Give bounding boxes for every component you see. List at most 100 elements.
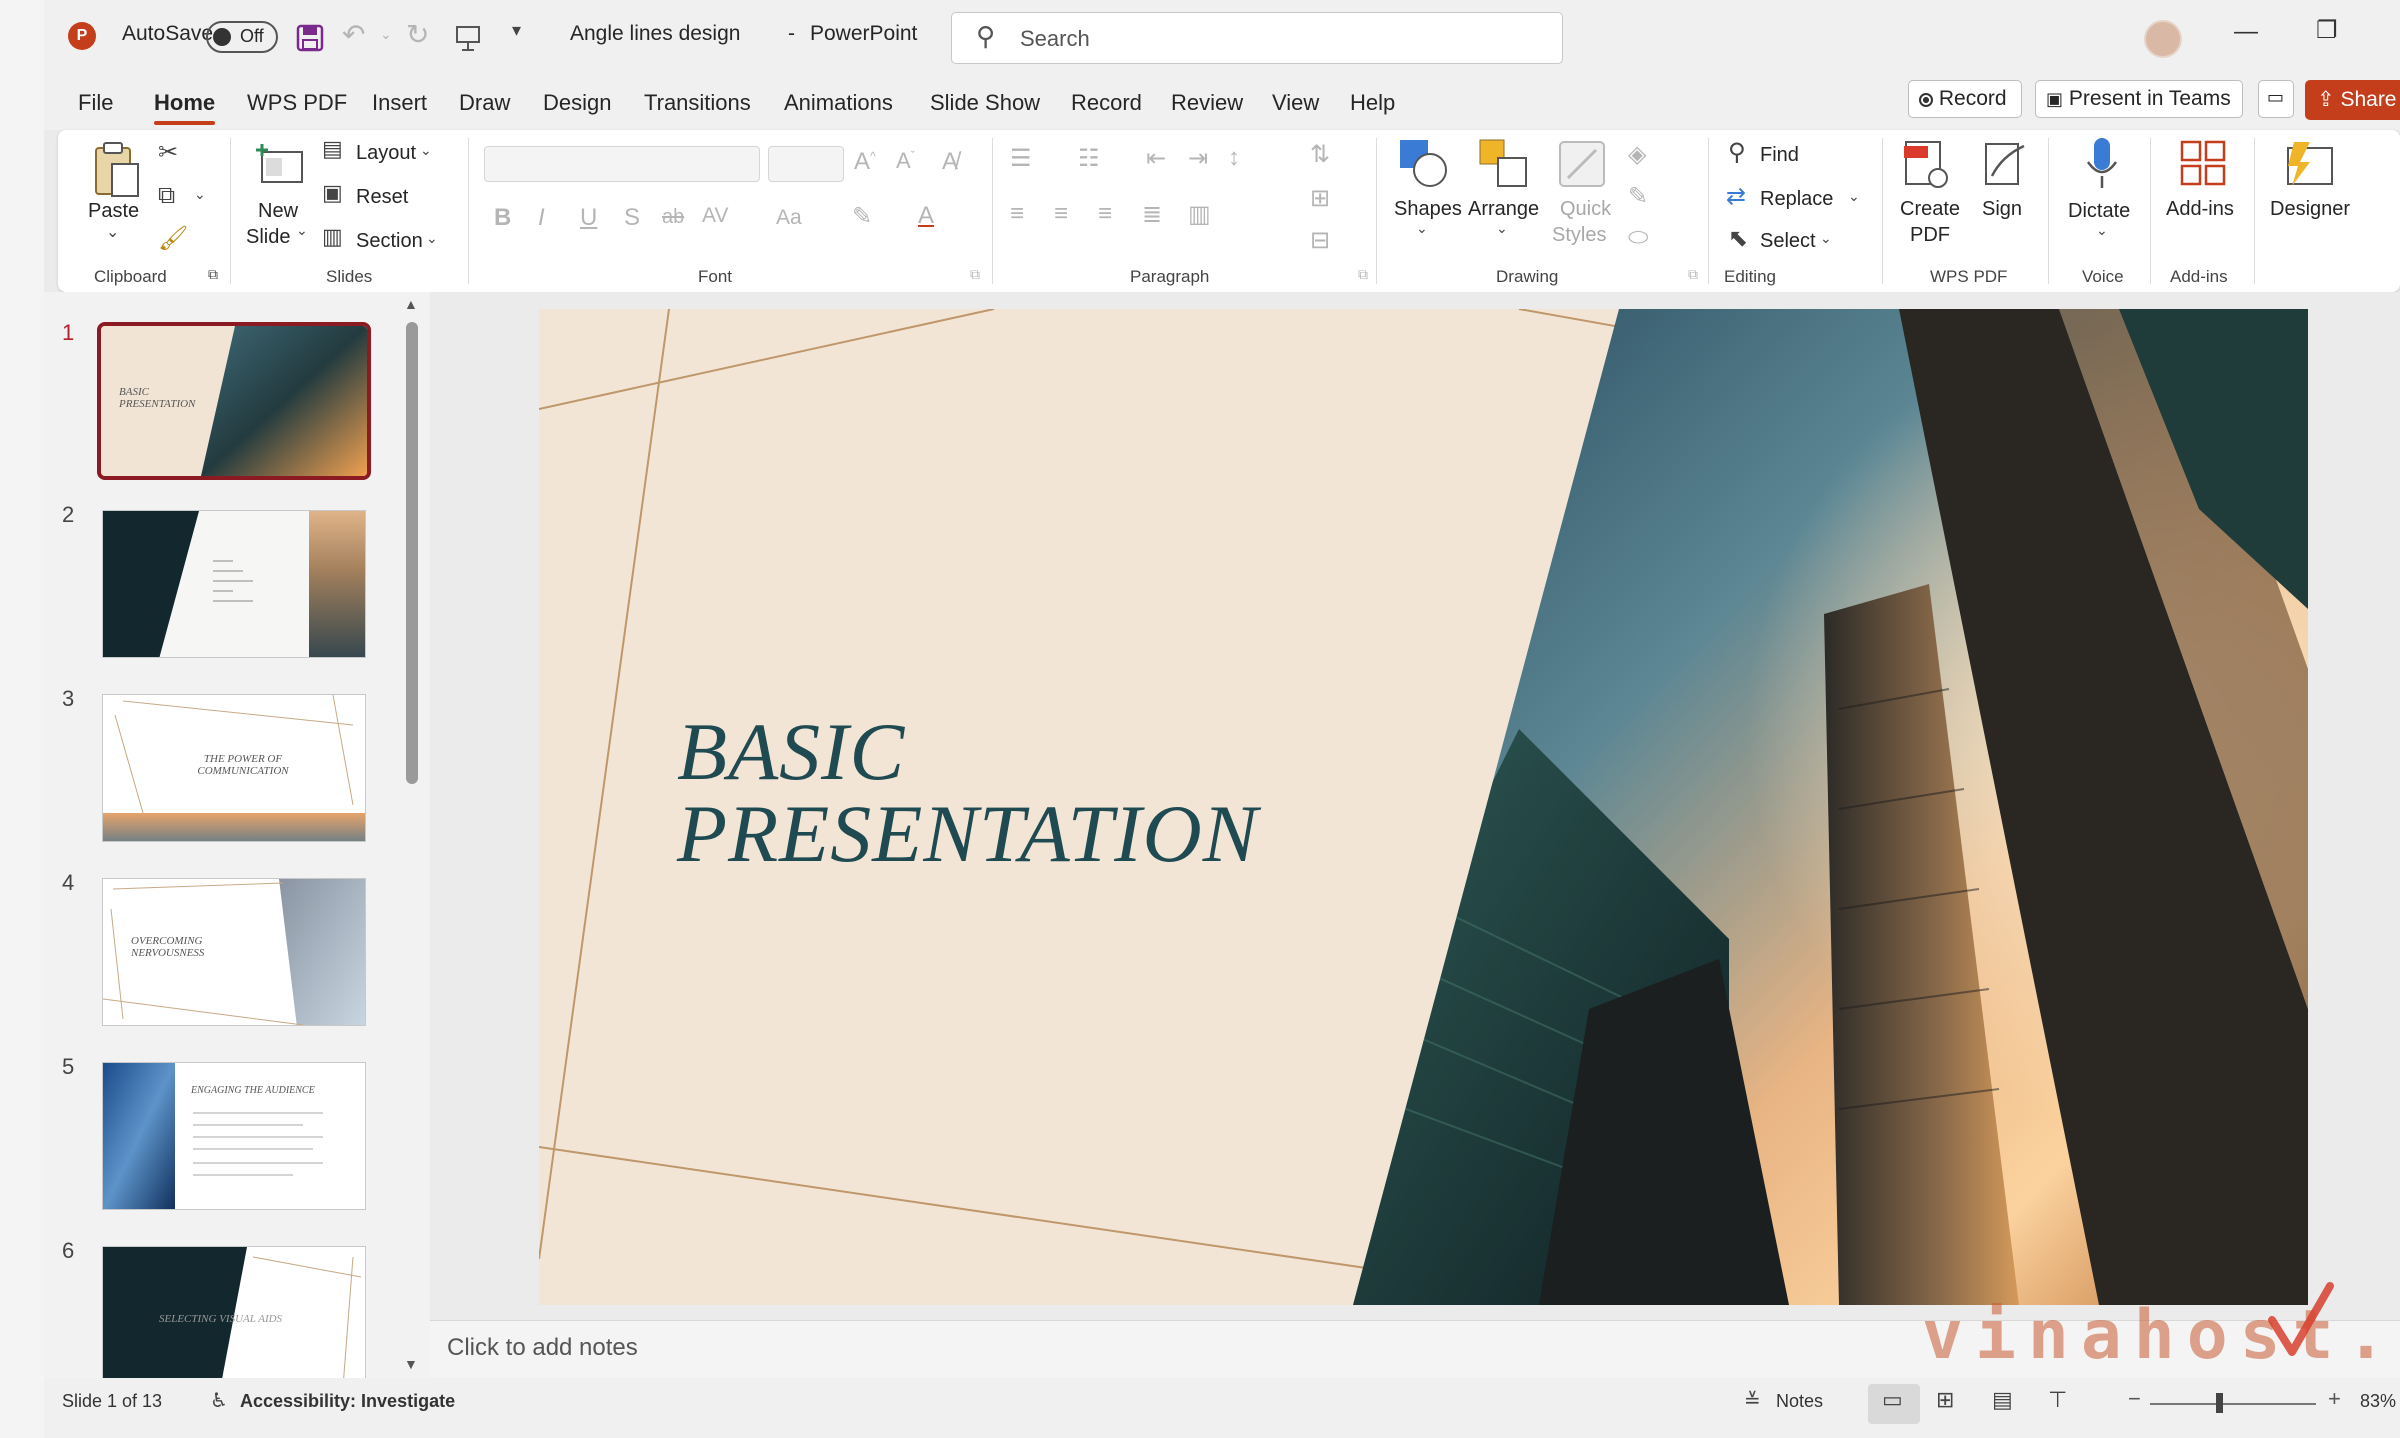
search-box[interactable]: ⚲ Search <box>951 12 1563 64</box>
slideshow-icon[interactable]: ⊤ <box>2048 1387 2067 1413</box>
tab-design[interactable]: Design <box>543 90 611 116</box>
align-right-icon[interactable]: ≡ <box>1098 200 1112 228</box>
tab-view[interactable]: View <box>1272 90 1319 116</box>
dictate-label[interactable]: Dictate <box>2068 200 2130 223</box>
select-dropdown-icon[interactable]: ⌄ <box>1820 230 1832 247</box>
designer-icon[interactable] <box>2280 136 2336 190</box>
notes-toggle[interactable]: Notes <box>1776 1391 1823 1412</box>
present-from-start-icon[interactable] <box>454 24 482 52</box>
align-text-icon[interactable]: ⊞ <box>1310 184 1330 213</box>
slide-thumbnail-2[interactable] <box>102 510 366 658</box>
clipboard-launcher-icon[interactable]: ⧉ <box>208 266 218 283</box>
reading-view-icon[interactable]: ▤ <box>1992 1387 2013 1413</box>
zoom-slider[interactable] <box>2150 1403 2316 1405</box>
replace-icon[interactable]: ⇄ <box>1726 182 1746 211</box>
align-center-icon[interactable]: ≡ <box>1054 200 1068 228</box>
font-launcher-icon[interactable]: ⧉ <box>970 266 980 283</box>
new-slide-icon[interactable] <box>254 138 306 190</box>
tab-transitions[interactable]: Transitions <box>644 90 751 116</box>
undo-dropdown-icon[interactable]: ⌄ <box>380 26 392 43</box>
notes-icon[interactable]: ≚ <box>1744 1388 1761 1413</box>
sign-icon[interactable] <box>1980 136 2032 190</box>
arrange-dropdown-icon[interactable]: ⌄ <box>1496 220 1508 237</box>
layout-dropdown-icon[interactable]: ⌄ <box>420 142 432 159</box>
numbering-icon[interactable]: ☷ <box>1078 144 1100 173</box>
shapes-dropdown-icon[interactable]: ⌄ <box>1416 220 1428 237</box>
change-case-icon[interactable]: Aa <box>776 206 802 230</box>
shape-outline-icon[interactable]: ✎ <box>1628 182 1648 211</box>
present-in-teams-button[interactable]: ▣ Present in Teams <box>2035 80 2243 118</box>
text-direction-icon[interactable]: ⇅ <box>1310 140 1330 169</box>
replace-label[interactable]: Replace <box>1760 188 1833 211</box>
shrink-font-icon[interactable]: Aˇ <box>896 148 915 174</box>
highlight-color-icon[interactable]: ✎ <box>852 202 872 231</box>
customize-toolbar-icon[interactable]: ▾ <box>512 20 521 41</box>
paste-icon[interactable] <box>90 140 142 200</box>
copy-dropdown-icon[interactable]: ⌄ <box>194 186 206 203</box>
underline-icon[interactable]: U <box>580 204 597 232</box>
character-spacing-icon[interactable]: AV <box>702 204 728 228</box>
slide-thumbnail-4[interactable]: OVERCOMING NERVOUSNESS <box>102 878 366 1026</box>
layout-icon[interactable]: ▤ <box>322 136 343 162</box>
tab-wps-pdf[interactable]: WPS PDF <box>247 90 347 116</box>
tab-review[interactable]: Review <box>1171 90 1243 116</box>
section-dropdown-icon[interactable]: ⌄ <box>426 230 438 247</box>
dictate-dropdown-icon[interactable]: ⌄ <box>2096 222 2108 239</box>
shapes-icon[interactable] <box>1396 136 1450 190</box>
columns-icon[interactable]: ▥ <box>1188 200 1211 229</box>
user-avatar[interactable] <box>2144 20 2182 58</box>
clear-formatting-icon[interactable]: A̸ <box>942 148 958 176</box>
grow-font-icon[interactable]: A^ <box>854 148 876 176</box>
arrange-icon[interactable] <box>1476 136 1530 190</box>
microphone-icon[interactable] <box>2082 136 2122 192</box>
section-label[interactable]: Section <box>356 230 423 253</box>
current-slide[interactable]: BASIC PRESENTATION <box>539 309 2308 1305</box>
share-button[interactable]: ⇪ Share <box>2305 80 2400 120</box>
zoom-slider-thumb[interactable] <box>2216 1393 2223 1413</box>
font-color-icon[interactable]: A <box>918 202 934 230</box>
record-button[interactable]: Record <box>1908 80 2022 118</box>
add-ins-label[interactable]: Add-ins <box>2166 198 2234 221</box>
shape-fill-icon[interactable]: ◈ <box>1628 140 1646 169</box>
copy-icon[interactable]: ⧉ <box>158 182 175 210</box>
quick-styles-icon[interactable] <box>1556 138 1608 190</box>
font-name-box[interactable] <box>484 146 760 182</box>
create-pdf-icon[interactable] <box>1902 136 1950 190</box>
find-icon[interactable]: ⚲ <box>1728 138 1746 167</box>
cut-icon[interactable]: ✂ <box>158 138 178 167</box>
bold-icon[interactable]: B <box>494 204 511 232</box>
add-ins-icon[interactable] <box>2178 138 2230 190</box>
zoom-in-icon[interactable]: + <box>2328 1386 2341 1412</box>
align-left-icon[interactable]: ≡ <box>1010 200 1024 228</box>
create-pdf-label-1[interactable]: Create <box>1900 198 1960 221</box>
save-icon[interactable] <box>296 24 324 52</box>
decrease-indent-icon[interactable]: ⇤ <box>1146 144 1166 173</box>
strikethrough-icon[interactable]: ab <box>662 206 684 229</box>
accessibility-icon[interactable]: ♿ <box>210 1388 228 1413</box>
paste-label[interactable]: Paste <box>88 200 139 223</box>
text-shadow-icon[interactable]: S <box>624 204 640 232</box>
tab-file[interactable]: File <box>78 90 113 116</box>
tab-slide-show[interactable]: Slide Show <box>930 90 1040 116</box>
undo-icon[interactable]: ↶ <box>342 18 365 51</box>
shapes-label[interactable]: Shapes <box>1394 198 1462 221</box>
tab-help[interactable]: Help <box>1350 90 1395 116</box>
paragraph-launcher-icon[interactable]: ⧉ <box>1358 266 1368 283</box>
slide-sorter-icon[interactable]: ⊞ <box>1936 1387 1954 1413</box>
font-size-box[interactable] <box>768 146 844 182</box>
find-label[interactable]: Find <box>1760 144 1799 167</box>
layout-label[interactable]: Layout <box>356 142 416 165</box>
new-slide-dropdown-icon[interactable]: ⌄ <box>296 222 308 239</box>
section-icon[interactable]: ▥ <box>322 224 343 250</box>
drawing-launcher-icon[interactable]: ⧉ <box>1688 266 1698 283</box>
tab-insert[interactable]: Insert <box>372 90 427 116</box>
tab-animations[interactable]: Animations <box>784 90 893 116</box>
new-slide-label-1[interactable]: New <box>258 200 298 223</box>
select-cursor-icon[interactable]: ⬉ <box>1728 224 1748 253</box>
format-painter-icon[interactable]: 🖌 <box>158 224 188 253</box>
thumbnail-scrollbar-thumb[interactable] <box>406 322 418 784</box>
tab-record[interactable]: Record <box>1071 90 1142 116</box>
zoom-level[interactable]: 83% <box>2360 1391 2396 1412</box>
replace-dropdown-icon[interactable]: ⌄ <box>1848 188 1860 205</box>
select-label[interactable]: Select <box>1760 230 1816 253</box>
